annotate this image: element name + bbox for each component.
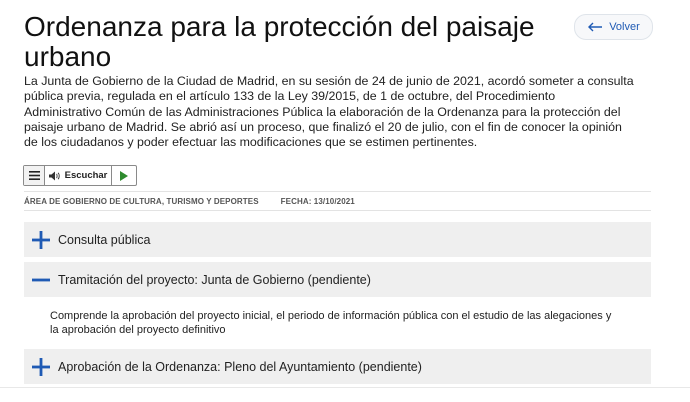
- accordion-body-tramitacion: Comprende la aprobación del proyecto ini…: [50, 310, 612, 336]
- menu-icon: [28, 171, 40, 180]
- play-icon: [120, 170, 128, 181]
- plus-icon: [32, 230, 50, 249]
- audio-player: Escuchar: [23, 165, 137, 186]
- meta-bar: ÁREA DE GOBIERNO DE CULTURA, TURISMO Y D…: [24, 191, 651, 211]
- page-title: Ordenanza para la protección del paisaje…: [24, 11, 535, 72]
- accordion-label: Consulta pública: [58, 232, 151, 247]
- back-button-label: Volver: [609, 21, 640, 33]
- accordion-label: Aprobación de la Ordenanza: Pleno del Ay…: [58, 359, 422, 374]
- plus-icon: [32, 357, 50, 376]
- listen-button[interactable]: Escuchar: [45, 166, 111, 185]
- meta-date: FECHA: 13/10/2021: [280, 196, 355, 206]
- play-button[interactable]: [111, 166, 136, 185]
- intro-paragraph: La Junta de Gobierno de la Ciudad de Mad…: [24, 74, 634, 150]
- accordion-item-aprobacion[interactable]: Aprobación de la Ordenanza: Pleno del Ay…: [24, 349, 651, 384]
- speaker-icon: [48, 171, 60, 180]
- minus-icon: [32, 278, 50, 281]
- back-button[interactable]: Volver: [574, 14, 653, 40]
- arrow-left-icon: [588, 22, 603, 32]
- accordion-label: Tramitación del proyecto: Junta de Gobie…: [58, 272, 371, 287]
- meta-area: ÁREA DE GOBIERNO DE CULTURA, TURISMO Y D…: [24, 196, 259, 206]
- accordion-item-consulta[interactable]: Consulta pública: [24, 222, 651, 257]
- listen-label: Escuchar: [64, 170, 108, 181]
- divider: [0, 387, 690, 388]
- accordion-item-tramitacion[interactable]: Tramitación del proyecto: Junta de Gobie…: [24, 262, 651, 297]
- player-menu-button[interactable]: [24, 166, 45, 185]
